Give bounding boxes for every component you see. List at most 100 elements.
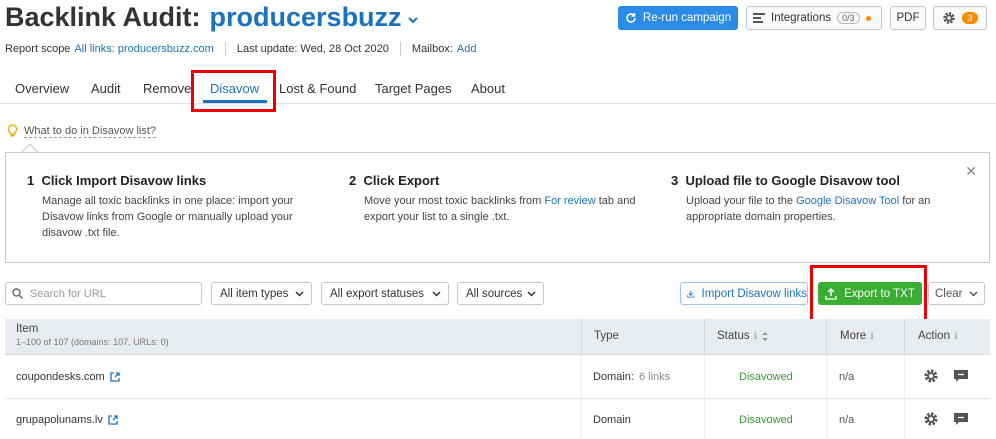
tab-target-pages[interactable]: Target Pages xyxy=(375,81,452,96)
tab-bar: Overview Audit Remove Disavow Lost & Fou… xyxy=(0,74,996,104)
import-label: Import Disavow links xyxy=(701,287,807,300)
comment-icon[interactable] xyxy=(953,369,969,384)
step-2-body: Move your most toxic backlinks from For … xyxy=(364,195,636,223)
divider xyxy=(224,42,226,56)
item-types-dropdown[interactable]: All item types xyxy=(211,282,312,305)
lightbulb-icon xyxy=(7,124,18,137)
step-3-body: Upload your file to the Google Disavow T… xyxy=(686,195,931,223)
col-status[interactable]: Status ℹ xyxy=(717,330,769,342)
table-row: grupapolunams.lv Domain Disavowed n/a xyxy=(5,399,990,439)
report-meta: Report scope All links: producersbuzz.co… xyxy=(5,42,476,56)
divider xyxy=(826,399,827,439)
close-icon[interactable]: ✕ xyxy=(965,163,977,180)
item-types-label: All item types xyxy=(220,287,289,300)
sources-dropdown[interactable]: All sources xyxy=(457,282,544,305)
divider xyxy=(581,319,582,355)
info-icon[interactable]: ℹ xyxy=(870,331,873,342)
mailbox-label: Mailbox: xyxy=(411,43,453,55)
rerun-campaign-button[interactable]: Re-run campaign xyxy=(618,6,738,30)
gear-icon xyxy=(943,12,956,24)
tab-audit[interactable]: Audit xyxy=(91,81,121,96)
divider xyxy=(904,399,905,439)
table-row: coupondesks.com Domain: 6 links Disavowe… xyxy=(5,356,990,399)
refresh-icon xyxy=(626,13,636,23)
type-label: Domain xyxy=(593,414,631,426)
divider xyxy=(904,356,905,399)
external-link-icon[interactable] xyxy=(108,415,118,425)
gear-icon[interactable] xyxy=(923,368,939,384)
comment-icon[interactable] xyxy=(953,412,969,427)
action-cell xyxy=(923,411,969,427)
table-header: Item 1–100 of 107 (domains: 107, URLs: 0… xyxy=(5,319,990,355)
divider xyxy=(704,356,705,399)
chevron-down-icon[interactable] xyxy=(406,13,420,27)
instructions-panel: 1 Click Import Disavow links Manage all … xyxy=(5,152,990,263)
info-icon[interactable]: ℹ xyxy=(954,331,957,342)
chevron-down-icon xyxy=(969,290,978,297)
integrations-count: 0/3 xyxy=(837,12,860,24)
tab-about[interactable]: About xyxy=(471,81,505,96)
help-link[interactable]: What to do in Disavow list? xyxy=(7,124,157,138)
col-more[interactable]: More ℹ xyxy=(840,330,874,342)
title-text: Backlink Audit: xyxy=(5,2,201,32)
tab-lost-found[interactable]: Lost & Found xyxy=(279,81,356,96)
divider xyxy=(826,319,827,355)
divider xyxy=(826,356,827,399)
type-link-count: 6 links xyxy=(638,371,671,383)
import-disavow-button[interactable]: Import Disavow links xyxy=(680,282,808,305)
search-placeholder: Search for URL xyxy=(30,287,106,300)
more-cell: n/a xyxy=(839,371,855,383)
col-status-label: Status xyxy=(717,330,750,342)
chevron-down-icon xyxy=(527,290,536,297)
list-icon xyxy=(753,13,765,23)
info-icon[interactable]: ℹ xyxy=(754,331,757,342)
col-item[interactable]: Item xyxy=(16,323,38,335)
gear-icon[interactable] xyxy=(923,411,939,427)
step-3-title: 3 Upload file to Google Disavow tool xyxy=(671,173,900,188)
highlight-box-disavow xyxy=(191,70,276,112)
status-cell: Disavowed xyxy=(739,371,793,383)
highlight-box-export xyxy=(810,265,927,322)
more-cell: n/a xyxy=(839,414,855,426)
clear-dropdown[interactable]: Clear xyxy=(928,282,985,305)
item-cell: grupapolunams.lv xyxy=(16,414,118,426)
mailbox-add-link[interactable]: Add xyxy=(457,43,477,55)
action-cell xyxy=(923,368,969,384)
divider xyxy=(704,319,705,355)
rerun-label: Re-run campaign xyxy=(642,12,732,24)
search-input[interactable]: Search for URL xyxy=(5,282,202,305)
col-action: Action ℹ xyxy=(918,330,957,342)
page-title: Backlink Audit: producersbuzz xyxy=(5,2,420,33)
export-statuses-dropdown[interactable]: All export statuses xyxy=(321,282,449,305)
item-cell: coupondesks.com xyxy=(16,371,120,383)
import-icon xyxy=(687,290,695,298)
step-2-title: 2 Click Export xyxy=(349,173,440,188)
col-item-summary: 1–100 of 107 (domains: 107, URLs: 0) xyxy=(16,337,169,347)
divider xyxy=(399,42,401,56)
item-domain[interactable]: coupondesks.com xyxy=(16,371,105,383)
external-link-icon[interactable] xyxy=(110,372,120,382)
for-review-link[interactable]: For review xyxy=(544,195,595,207)
project-name[interactable]: producersbuzz xyxy=(210,2,402,33)
clear-label: Clear xyxy=(935,287,963,300)
type-cell: Domain: 6 links xyxy=(593,371,670,383)
type-label: Domain: xyxy=(593,371,634,383)
settings-badge: 3 xyxy=(962,12,978,24)
step-1-body: Manage all toxic backlinks in one place:… xyxy=(42,195,294,239)
last-update: Last update: Wed, 28 Oct 2020 xyxy=(236,43,389,55)
col-type[interactable]: Type xyxy=(594,330,619,342)
google-disavow-link[interactable]: Google Disavow Tool xyxy=(796,195,899,207)
search-icon xyxy=(12,288,23,299)
divider xyxy=(704,399,705,439)
settings-button[interactable]: 3 xyxy=(933,6,987,30)
integrations-button[interactable]: Integrations 0/3 xyxy=(746,6,882,30)
pdf-button[interactable]: PDF xyxy=(890,6,926,30)
sort-icon[interactable] xyxy=(761,331,769,342)
item-domain[interactable]: grupapolunams.lv xyxy=(16,414,103,426)
tab-remove[interactable]: Remove xyxy=(143,81,191,96)
status-cell: Disavowed xyxy=(739,414,793,426)
scope-link[interactable]: All links: producersbuzz.com xyxy=(74,43,213,55)
scope-label: Report scope xyxy=(5,43,71,55)
tab-overview[interactable]: Overview xyxy=(15,81,69,96)
integrations-label: Integrations xyxy=(771,12,832,24)
